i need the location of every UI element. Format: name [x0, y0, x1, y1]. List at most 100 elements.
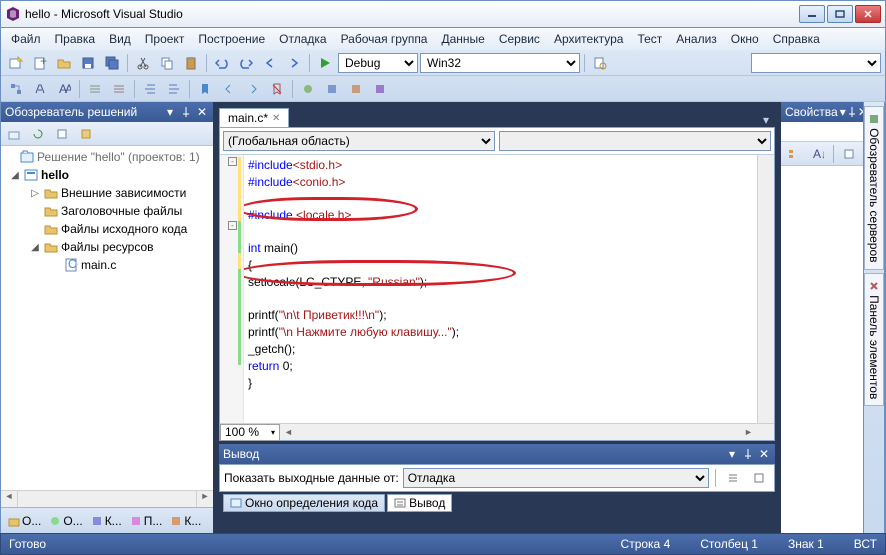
cut-button[interactable] — [132, 52, 154, 74]
properties-object-select[interactable] — [781, 122, 863, 142]
config-select[interactable]: Debug — [338, 52, 418, 74]
relations-button[interactable] — [5, 78, 27, 100]
font-size-button[interactable]: AA — [53, 78, 75, 100]
tree-folder-ext-deps[interactable]: ▷ Внешние зависимости — [1, 184, 213, 202]
save-button[interactable] — [77, 52, 99, 74]
sol-refresh-button[interactable] — [27, 123, 49, 145]
pin-icon[interactable] — [741, 447, 755, 461]
highlight-button[interactable] — [29, 78, 51, 100]
close-panel-icon[interactable]: ✕ — [757, 447, 771, 461]
platform-select[interactable]: Win32 — [420, 52, 580, 74]
tool-misc1-button[interactable] — [297, 78, 319, 100]
tool-misc2-button[interactable] — [321, 78, 343, 100]
menu-debug[interactable]: Отладка — [273, 30, 332, 48]
tree-project[interactable]: ◢ hello — [1, 166, 213, 184]
tool-misc3-button[interactable] — [345, 78, 367, 100]
paste-button[interactable] — [180, 52, 202, 74]
panel-menu-icon[interactable]: ▾ — [163, 105, 177, 119]
scope-left-select[interactable]: (Глобальная область) — [223, 131, 495, 151]
save-all-button[interactable] — [101, 52, 123, 74]
code-editor[interactable]: #include<stdio.h> #include<conio.h> #inc… — [244, 155, 757, 423]
indent-button[interactable] — [139, 78, 161, 100]
undo-button[interactable] — [211, 52, 233, 74]
close-button[interactable] — [855, 5, 881, 23]
menu-help[interactable]: Справка — [767, 30, 826, 48]
solution-hscroll[interactable]: ◄ ► — [1, 490, 213, 507]
menu-analyze[interactable]: Анализ — [670, 30, 723, 48]
tree-file-mainc[interactable]: C+ main.c — [1, 256, 213, 274]
pin-icon[interactable] — [179, 105, 193, 119]
properties-grid[interactable] — [781, 166, 863, 533]
toolbar-main: + Debug Win32 — [1, 50, 885, 76]
maximize-button[interactable] — [827, 5, 853, 23]
btab-1[interactable]: О... — [46, 512, 85, 530]
zoom-level[interactable]: 100 %▾ — [220, 424, 280, 441]
menu-arch[interactable]: Архитектура — [548, 30, 630, 48]
btab-3[interactable]: П... — [127, 512, 166, 530]
tool-misc4-button[interactable] — [369, 78, 391, 100]
copy-button[interactable] — [156, 52, 178, 74]
btab-4[interactable]: К... — [167, 512, 204, 530]
next-bookmark-button[interactable] — [242, 78, 264, 100]
menu-test[interactable]: Тест — [631, 30, 668, 48]
svg-text:A: A — [65, 82, 71, 96]
new-project-button[interactable] — [5, 52, 27, 74]
menu-file[interactable]: Файл — [5, 30, 47, 48]
vtab-server-explorer[interactable]: Обозреватель серверов — [864, 106, 884, 270]
menu-window[interactable]: Окно — [725, 30, 765, 48]
menu-build[interactable]: Построение — [192, 30, 271, 48]
solution-tree[interactable]: Решение "hello" (проектов: 1) ◢ hello ▷ … — [1, 146, 213, 490]
code-margin[interactable]: - - — [220, 155, 244, 423]
hscroll-left-icon[interactable]: ◄ — [280, 427, 297, 437]
menu-tools[interactable]: Сервис — [493, 30, 546, 48]
menu-data[interactable]: Данные — [435, 30, 490, 48]
menu-team[interactable]: Рабочая группа — [335, 30, 434, 48]
add-item-button[interactable]: + — [29, 52, 51, 74]
menu-project[interactable]: Проект — [139, 30, 191, 48]
btab-2[interactable]: К... — [88, 512, 125, 530]
output-tool1-button[interactable] — [722, 467, 744, 489]
comment-button[interactable] — [84, 78, 106, 100]
close-tab-icon[interactable]: ✕ — [272, 113, 280, 124]
scope-right-select[interactable] — [499, 131, 771, 151]
prop-categorize-button[interactable] — [783, 143, 805, 165]
output-source-select[interactable]: Отладка — [403, 468, 709, 488]
panel-menu-icon[interactable]: ▾ — [840, 105, 846, 119]
dedent-button[interactable] — [163, 78, 185, 100]
tab-code-definition[interactable]: Окно определения кода — [223, 494, 385, 512]
tab-output[interactable]: Вывод — [387, 494, 452, 512]
prop-alpha-button[interactable]: A↓ — [807, 143, 829, 165]
nav-back-button[interactable] — [259, 52, 281, 74]
bookmark-button[interactable] — [194, 78, 216, 100]
minimize-button[interactable] — [799, 5, 825, 23]
menu-edit[interactable]: Правка — [49, 30, 102, 48]
btab-0[interactable]: О... — [5, 512, 44, 530]
tree-folder-resources[interactable]: ◢ Файлы ресурсов — [1, 238, 213, 256]
close-panel-icon[interactable]: ✕ — [195, 105, 209, 119]
output-tool2-button[interactable] — [748, 467, 770, 489]
pin-icon[interactable] — [848, 105, 856, 119]
quick-find-input[interactable] — [751, 52, 881, 74]
editor-tab-mainc[interactable]: main.c* ✕ — [219, 108, 289, 127]
vtab-toolbox[interactable]: Панель элементов — [864, 273, 884, 406]
hscroll-right-icon[interactable]: ► — [740, 427, 757, 437]
menu-view[interactable]: Вид — [103, 30, 137, 48]
prop-pages-button[interactable] — [838, 143, 860, 165]
sol-showall-button[interactable] — [51, 123, 73, 145]
tab-overflow-icon[interactable]: ▾ — [757, 113, 775, 127]
start-debug-button[interactable] — [314, 52, 336, 74]
tree-solution-root[interactable]: Решение "hello" (проектов: 1) — [1, 148, 213, 166]
sol-home-button[interactable] — [3, 123, 25, 145]
panel-menu-icon[interactable]: ▾ — [725, 447, 739, 461]
find-in-files-button[interactable] — [589, 52, 611, 74]
redo-button[interactable] — [235, 52, 257, 74]
tree-folder-source[interactable]: Файлы исходного кода — [1, 220, 213, 238]
nav-fwd-button[interactable] — [283, 52, 305, 74]
editor-vscroll[interactable] — [757, 155, 774, 423]
open-button[interactable] — [53, 52, 75, 74]
tree-folder-headers[interactable]: Заголовочные файлы — [1, 202, 213, 220]
prev-bookmark-button[interactable] — [218, 78, 240, 100]
clear-bookmarks-button[interactable] — [266, 78, 288, 100]
uncomment-button[interactable] — [108, 78, 130, 100]
sol-properties-button[interactable] — [75, 123, 97, 145]
